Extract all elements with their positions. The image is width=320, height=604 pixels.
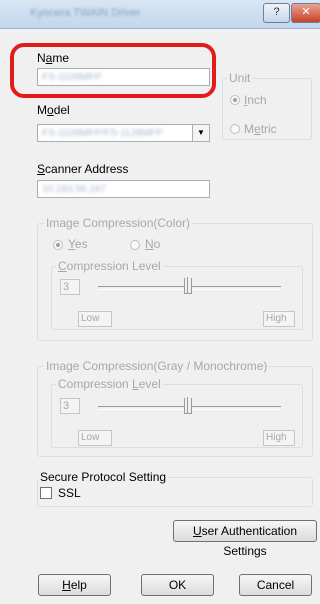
inch-label: Inch (244, 93, 267, 107)
scanner-address-label: Scanner Address (37, 162, 129, 176)
window-title: Kyocera TWAIN Driver (30, 7, 141, 19)
title-bar: Kyocera TWAIN Driver ? ✕ (0, 0, 320, 29)
image-compression-gray-title: Image Compression(Gray / Monochrome) (44, 359, 270, 373)
unit-title: Unit (227, 71, 253, 85)
color-low-label: Low (78, 311, 112, 327)
metric-label: Metric (244, 122, 277, 136)
highlight-annotation (10, 43, 216, 98)
gray-low-label: Low (78, 430, 112, 446)
chevron-down-icon[interactable]: ▼ (192, 125, 209, 141)
cancel-button[interactable]: Cancel (239, 574, 312, 596)
metric-radio[interactable] (230, 124, 240, 134)
image-compression-color-title: Image Compression(Color) (44, 216, 193, 230)
model-value: FS-1028MFP/FS-1128MFP (42, 128, 163, 139)
color-level-value: 3 (60, 279, 80, 295)
help-button[interactable]: Help (38, 574, 111, 596)
scanner-address-value: 10.183.56.167 (42, 184, 106, 195)
close-icon[interactable]: ✕ (291, 3, 320, 23)
compression-no-label: No (145, 237, 161, 251)
gray-level-value: 3 (60, 398, 80, 414)
twain-driver-dialog: Kyocera TWAIN Driver ? ✕ Name FS-1028MFP… (0, 0, 320, 604)
inch-radio[interactable] (230, 95, 240, 105)
ssl-checkbox[interactable] (40, 487, 52, 499)
user-authentication-settings-button[interactable]: User Authentication Settings (173, 520, 317, 558)
scanner-address-field[interactable]: 10.183.56.167 (37, 180, 210, 198)
model-label: Model (37, 103, 70, 117)
gray-level-slider-thumb[interactable] (184, 397, 192, 414)
gray-high-label: High (263, 430, 295, 446)
color-high-label: High (263, 311, 295, 327)
color-compression-level-title: Compression Level (56, 259, 163, 273)
color-level-slider-thumb[interactable] (184, 277, 192, 294)
gray-compression-level-title: Compression Level (56, 377, 163, 391)
secure-protocol-title: Secure Protocol Setting (38, 470, 169, 484)
ssl-label: SSL (58, 486, 81, 500)
ok-button[interactable]: OK (141, 574, 214, 596)
compression-yes-radio[interactable] (53, 240, 63, 250)
help-title-button[interactable]: ? (263, 3, 290, 23)
model-select[interactable]: FS-1028MFP/FS-1128MFP ▼ (37, 124, 210, 142)
compression-yes-label: Yes (68, 237, 88, 251)
compression-no-radio[interactable] (130, 240, 140, 250)
